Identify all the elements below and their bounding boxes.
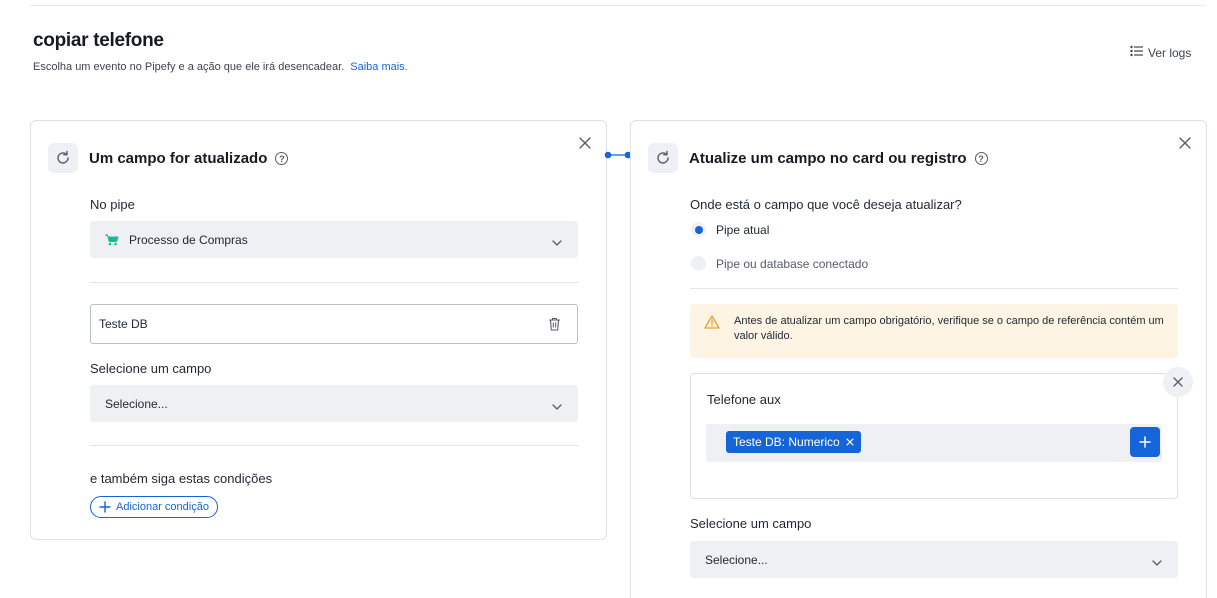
field-label: Selecione um campo [90, 361, 212, 376]
list-icon [1130, 45, 1143, 60]
subtitle-text: Escolha um evento no Pipefy e a ação que… [33, 61, 345, 73]
pipe-select-value: Processo de Compras [129, 232, 248, 247]
divider [90, 282, 578, 283]
radio-label: Pipe atual [716, 222, 770, 237]
value-input-area[interactable]: Teste DB: Numerico [706, 424, 1162, 462]
add-condition-label: Adicionar condição [116, 501, 209, 513]
warning-text: Antes de atualizar um campo obrigatório,… [734, 315, 1164, 342]
step-connector [604, 146, 632, 159]
warning-banner: Antes de atualizar um campo obrigatório,… [690, 304, 1178, 358]
top-divider [30, 5, 1206, 6]
help-icon[interactable]: ? [275, 152, 289, 165]
chevron-down-icon [1152, 555, 1162, 569]
pipe-label: No pipe [90, 197, 135, 212]
action-title-text: Atualize um campo no card ou registro [689, 150, 967, 167]
learn-more-link[interactable]: Saiba mais. [350, 61, 407, 73]
trigger-title-text: Um campo for atualizado [89, 150, 268, 167]
field-tag[interactable]: Teste DB: Numerico [726, 431, 861, 453]
view-logs-button[interactable]: Ver logs [1130, 45, 1191, 60]
divider [690, 288, 1178, 289]
target-field-title: Telefone aux [707, 392, 781, 407]
refresh-icon [648, 143, 678, 173]
field-select-value: Selecione... [705, 552, 768, 567]
view-logs-label: Ver logs [1148, 45, 1192, 60]
location-question: Onde está o campo que você deseja atuali… [690, 197, 962, 212]
chevron-down-icon [552, 235, 562, 249]
close-icon[interactable] [1177, 135, 1193, 151]
radio-current-pipe[interactable]: Pipe atual [691, 222, 769, 237]
close-icon[interactable] [577, 135, 593, 151]
close-icon[interactable] [846, 438, 854, 446]
add-field-button[interactable] [1130, 427, 1160, 457]
trigger-card: Um campo for atualizado ? No pipe Proces… [30, 120, 607, 540]
action-field-select[interactable]: Selecione... [690, 541, 1178, 578]
pipe-select[interactable]: Processo de Compras [90, 221, 578, 258]
field-select[interactable]: Selecione... [90, 385, 578, 422]
radio-button[interactable] [691, 256, 706, 271]
add-condition-button[interactable]: Adicionar condição [90, 496, 218, 518]
refresh-icon [48, 143, 78, 173]
divider [90, 445, 578, 446]
field-tag-label: Teste DB: Numerico [733, 435, 840, 449]
page-subtitle: Escolha um evento no Pipefy e a ação que… [33, 61, 408, 73]
field-select-value: Selecione... [105, 396, 168, 411]
database-input[interactable]: Teste DB [90, 304, 578, 344]
target-field-box: Telefone aux Teste DB: Numerico [690, 367, 1193, 499]
cart-icon [105, 234, 119, 246]
radio-label: Pipe ou database conectado [716, 256, 869, 271]
action-card: Atualize um campo no card ou registro ? … [630, 120, 1207, 598]
conditions-label: e também siga estas condições [90, 471, 273, 486]
radio-connected-pipe[interactable]: Pipe ou database conectado [691, 256, 868, 271]
chevron-down-icon [552, 399, 562, 413]
page-title: copiar telefone [33, 30, 164, 51]
database-input-value: Teste DB [99, 317, 148, 331]
radio-button-selected[interactable] [691, 222, 706, 237]
warning-icon [704, 315, 720, 329]
trigger-title: Um campo for atualizado ? [89, 150, 289, 167]
field-label: Selecione um campo [690, 516, 812, 531]
help-icon[interactable]: ? [974, 152, 988, 165]
close-icon[interactable] [1163, 367, 1193, 397]
plus-icon [99, 501, 111, 513]
trash-icon[interactable] [548, 317, 561, 334]
action-title: Atualize um campo no card ou registro ? [689, 150, 988, 167]
